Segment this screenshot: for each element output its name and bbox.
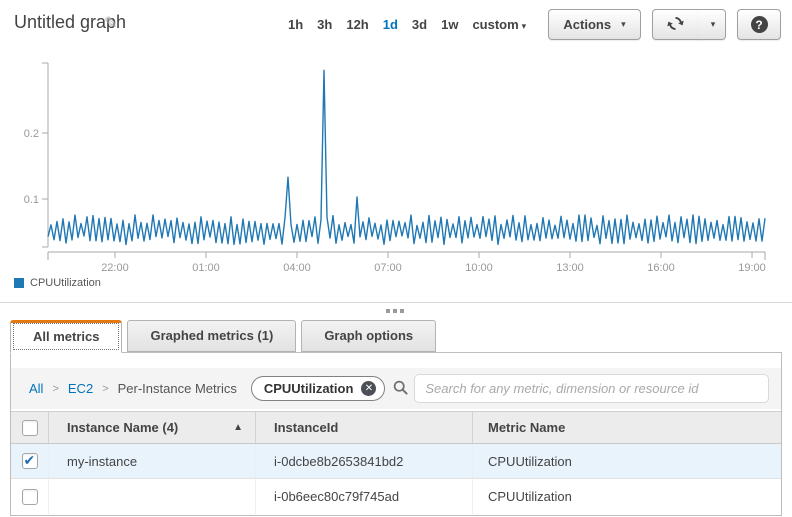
actions-button[interactable]: Actions ▾ — [548, 9, 641, 40]
table-header-row: Instance Name (4) ▲ InstanceId Metric Na… — [11, 411, 781, 444]
time-range-item[interactable]: 3d — [412, 17, 427, 32]
column-header-instance-name[interactable]: Instance Name (4) — [67, 420, 178, 435]
tab-graph-options[interactable]: Graph options — [301, 320, 436, 352]
svg-text:10:00: 10:00 — [465, 262, 493, 274]
cell-instance-name — [49, 479, 256, 514]
svg-text:16:00: 16:00 — [647, 262, 675, 274]
tab-all-metrics[interactable]: All metrics — [10, 320, 122, 353]
help-icon: ? — [751, 16, 768, 33]
search-zone — [393, 374, 769, 403]
svg-text:13:00: 13:00 — [556, 262, 584, 274]
column-header-instance-id[interactable]: InstanceId — [256, 412, 473, 443]
svg-text:0.2: 0.2 — [24, 128, 39, 140]
remove-filter-icon[interactable]: ✕ — [361, 381, 376, 396]
edit-title-pencil-icon[interactable]: ✎ — [104, 13, 117, 33]
cell-metric-name: CPUUtilization — [473, 479, 781, 514]
sort-ascending-icon[interactable]: ▲ — [233, 422, 243, 433]
section-divider — [0, 302, 792, 303]
breadcrumb-separator: > — [102, 383, 108, 395]
actions-label: Actions — [563, 17, 611, 32]
time-range-selector: 1h 3h 12h 1d 3d 1w custom ▾ — [288, 17, 526, 32]
time-range-item[interactable]: 1d — [383, 17, 398, 32]
time-range-item-custom[interactable]: custom ▾ — [472, 17, 526, 32]
breadcrumb-ec2[interactable]: EC2 — [68, 381, 93, 396]
search-input[interactable] — [414, 374, 769, 403]
refresh-icon — [667, 15, 684, 35]
legend-item-cpuutilization[interactable]: CPUUtilization — [14, 277, 101, 289]
metric-browse-bar: All > EC2 > Per-Instance Metrics CPUUtil… — [11, 368, 781, 409]
table-row[interactable]: my-instance i-0dcbe8b2653841bd2 CPUUtili… — [11, 444, 781, 479]
chart-svg: 0.1 0.2 22:00 01:00 04:00 07:00 10:00 13:00 16:0… — [0, 55, 792, 277]
svg-text:19:00: 19:00 — [738, 262, 766, 274]
graph-toolbar: Untitled graph ✎ 1h 3h 12h 1d 3d 1w cust… — [0, 0, 792, 55]
select-all-checkbox[interactable] — [22, 420, 38, 436]
all-metrics-panel: All > EC2 > Per-Instance Metrics CPUUtil… — [10, 352, 782, 516]
cell-metric-name: CPUUtilization — [473, 444, 781, 478]
refresh-options-button[interactable]: ▾ — [698, 9, 726, 40]
time-range-item[interactable]: 3h — [317, 17, 332, 32]
help-button[interactable]: ? — [737, 9, 781, 40]
search-icon — [393, 380, 408, 398]
metric-line-chart[interactable]: 0.1 0.2 22:00 01:00 04:00 07:00 10:00 13:00 16:0… — [0, 55, 792, 277]
metrics-table: Instance Name (4) ▲ InstanceId Metric Na… — [11, 411, 781, 514]
breadcrumb-separator: > — [52, 383, 58, 395]
time-range-item[interactable]: 1h — [288, 17, 303, 32]
cell-instance-id: i-0b6eec80c79f745ad — [256, 479, 473, 514]
svg-text:22:00: 22:00 — [101, 262, 129, 274]
metrics-tabs: All metrics Graphed metrics (1) Graph op… — [10, 320, 436, 352]
chevron-down-icon: ▾ — [522, 21, 527, 31]
time-range-item[interactable]: 12h — [346, 17, 368, 32]
chevron-down-icon: ▾ — [711, 19, 716, 30]
table-row[interactable]: i-0b6eec80c79f745ad CPUUtilization — [11, 479, 781, 514]
resize-grip-icon[interactable] — [384, 307, 406, 315]
time-range-item[interactable]: 1w — [441, 17, 458, 32]
row-checkbox[interactable] — [22, 453, 38, 469]
tab-graphed-metrics[interactable]: Graphed metrics (1) — [127, 320, 296, 352]
svg-text:04:00: 04:00 — [283, 262, 311, 274]
row-checkbox[interactable] — [22, 489, 38, 505]
breadcrumb: All > EC2 > Per-Instance Metrics — [29, 381, 237, 396]
svg-text:07:00: 07:00 — [374, 262, 402, 274]
svg-text:01:00: 01:00 — [192, 262, 220, 274]
custom-range-label: custom — [472, 17, 518, 32]
refresh-button[interactable] — [652, 9, 699, 40]
cell-instance-name: my-instance — [49, 444, 256, 478]
breadcrumb-current: Per-Instance Metrics — [118, 381, 237, 396]
filter-pill-label: CPUUtilization — [264, 381, 354, 396]
cell-instance-id: i-0dcbe8b2653841bd2 — [256, 444, 473, 478]
legend-color-swatch — [14, 278, 24, 288]
column-header-metric-name[interactable]: Metric Name — [473, 412, 781, 443]
filter-pill-cpuutilization[interactable]: CPUUtilization ✕ — [251, 376, 386, 401]
legend-label: CPUUtilization — [30, 277, 101, 289]
breadcrumb-all[interactable]: All — [29, 381, 43, 396]
svg-text:0.1: 0.1 — [24, 194, 39, 206]
chevron-down-icon: ▾ — [621, 19, 626, 30]
